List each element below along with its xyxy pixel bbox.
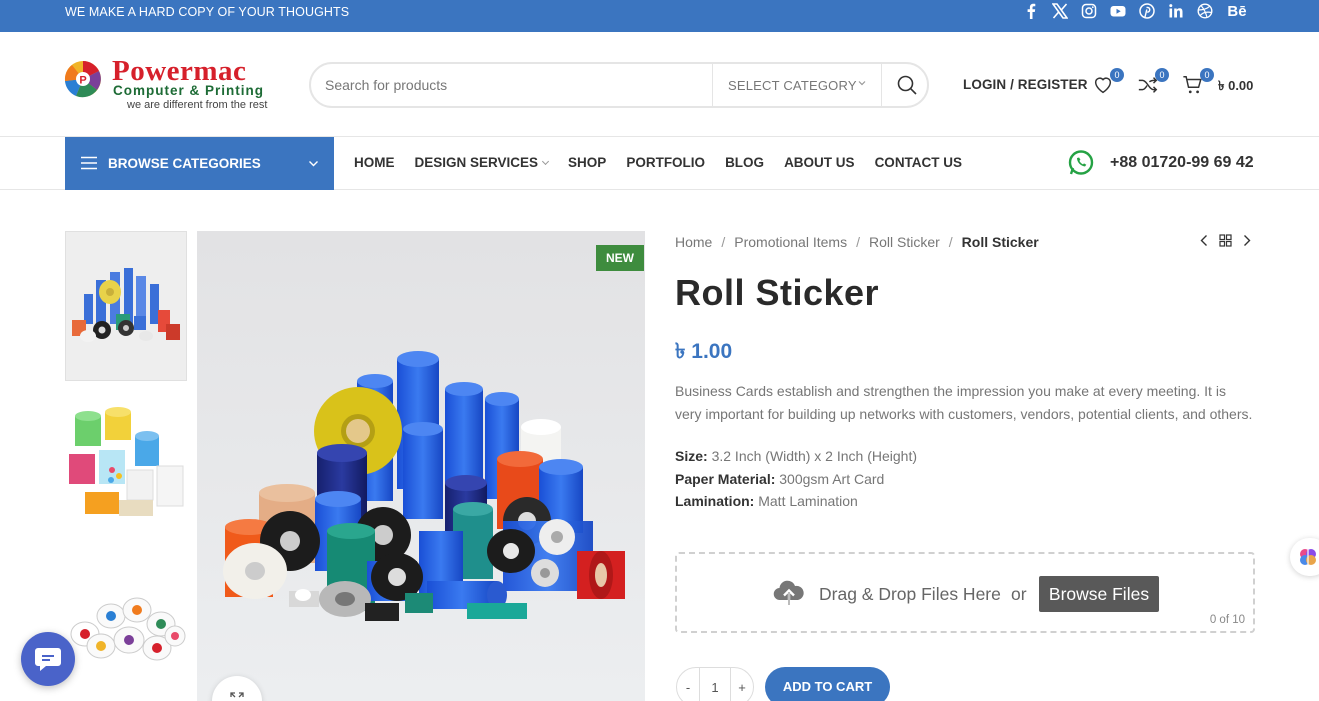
breadcrumb-item-promotional-items[interactable]: Promotional Items [734,234,847,250]
spec-value: 300gsm Art Card [775,470,885,487]
browse-categories-label: BROWSE CATEGORIES [108,156,261,171]
new-badge: NEW [596,245,644,271]
spec-paper-material: Paper Material: 300gsm Art Card [675,468,917,491]
compare-count-badge: 0 [1155,68,1169,82]
youtube-icon[interactable] [1110,3,1126,19]
side-widget-button[interactable] [1290,538,1319,576]
logo-motto: we are different from the rest [127,99,268,111]
product-price: ৳ 1.00 [675,340,733,363]
spec-size: Size: 3.2 Inch (Width) x 2 Inch (Height) [675,445,917,468]
facebook-icon[interactable] [1023,3,1039,19]
product-thumbnail-1[interactable] [65,231,187,381]
pinterest-icon[interactable] [1139,3,1155,19]
login-register-link[interactable]: LOGIN / REGISTER [963,77,1088,92]
main-menu: HOME DESIGN SERVICES SHOP PORTFOLIO BLOG… [354,155,962,170]
nav-item-design-services[interactable]: DESIGN SERVICES [415,155,549,170]
search-input[interactable] [325,74,705,96]
nav-item-shop[interactable]: SHOP [568,155,606,170]
phone-number: +88 01720-99 69 42 [1110,154,1254,171]
cart-total[interactable]: ৳ 0.00 [1218,77,1253,98]
behance-icon[interactable]: Bē [1226,3,1248,20]
category-select-label: SELECT CATEGORY [728,78,857,93]
phone-contact[interactable]: +88 01720-99 69 42 [1067,149,1267,179]
product-main-image[interactable] [197,231,645,701]
cart-button[interactable]: 0 [1182,68,1214,98]
dribbble-icon[interactable] [1197,3,1213,19]
spec-lamination: Lamination: Matt Lamination [675,490,917,513]
thumbnail-image-label-rolls [69,407,184,516]
svg-text:P: P [79,75,86,87]
product-title: Roll Sticker [675,272,880,313]
chevron-down-icon [309,161,318,167]
hamburger-icon [81,156,97,170]
expand-icon [230,692,244,701]
product-photo-rolls [197,231,645,701]
breadcrumb: Home / Promotional Items / Roll Sticker / Roll… [675,234,1039,250]
product-specs: Size: 3.2 Inch (Width) x 2 Inch (Height)… [675,445,917,513]
browse-categories-button[interactable]: BROWSE CATEGORIES [65,137,334,190]
site-logo[interactable]: P Powermac Computer & Printing we are di… [64,56,290,116]
breadcrumb-separator: / [721,234,726,250]
breadcrumb-current: Roll Sticker [961,234,1039,250]
file-count: 0 of 10 [1209,614,1245,626]
brain-icon [1300,549,1316,565]
spec-value: Matt Lamination [754,493,858,509]
product-thumbnail-3[interactable] [65,560,187,701]
or-text: or [1011,584,1027,604]
logo-brand-text: Powermac [112,55,247,87]
quantity-input[interactable]: 1 [700,668,730,701]
quantity-stepper: - 1 + [676,667,754,701]
search-bar: SELECT CATEGORY [309,62,929,108]
wishlist-button[interactable]: 0 [1092,68,1124,98]
logo-subtitle: Computer & Printing [113,83,264,98]
nav-item-home[interactable]: HOME [354,155,395,170]
whatsapp-icon [1068,150,1094,175]
breadcrumb-separator: / [948,234,953,250]
product-navigation [1198,234,1253,247]
main-nav-row: BROWSE CATEGORIES HOME DESIGN SERVICES S… [0,137,1319,190]
drag-drop-text: Drag & Drop Files Here [819,584,1001,604]
search-icon[interactable] [895,73,919,97]
breadcrumb-item-roll-sticker-category[interactable]: Roll Sticker [869,234,940,250]
file-upload-dropzone[interactable]: Drag & Drop Files Here or Browse Files 0… [675,552,1255,633]
instagram-icon[interactable] [1081,3,1097,19]
linkedin-icon[interactable] [1168,3,1184,19]
breadcrumb-separator: / [856,234,860,250]
chat-widget-button[interactable] [21,632,75,686]
wishlist-count-badge: 0 [1110,68,1124,82]
chat-bubble-icon [35,648,61,671]
quantity-increase-button[interactable]: + [730,668,753,701]
social-links: Bē [1023,2,1248,20]
browse-files-button[interactable]: Browse Files [1039,576,1159,612]
spec-label: Lamination: [675,493,755,509]
product-description: Business Cards establish and strengthen … [675,383,1253,422]
nav-item-portfolio[interactable]: PORTFOLIO [626,155,705,170]
spec-label: Paper Material: [675,470,776,487]
chevron-left-icon[interactable] [1198,234,1211,247]
product-thumbnail-2[interactable] [65,396,187,546]
quantity-decrease-button[interactable]: - [677,668,700,701]
category-select[interactable]: SELECT CATEGORY [712,64,882,106]
site-header: P Powermac Computer & Printing we are di… [0,32,1319,137]
nav-item-about-us[interactable]: ABOUT US [784,155,855,170]
thumbnail-image-rolls [72,268,180,342]
thumbnail-image-printed-stickers [70,597,186,661]
spec-value: 3.2 Inch (Width) x 2 Inch (Height) [707,448,917,464]
tagline: WE MAKE A HARD COPY OF YOUR THOUGHTS [65,5,350,19]
chevron-right-icon[interactable] [1240,234,1253,247]
cloud-upload-icon [773,580,804,605]
breadcrumb-item-home[interactable]: Home [675,234,712,250]
cart-count-badge: 0 [1200,68,1214,82]
spec-label: Size: [675,448,708,464]
compare-button[interactable]: 0 [1137,68,1169,98]
x-icon[interactable] [1052,3,1068,19]
logo-mark-icon: P [64,61,101,98]
nav-item-contact-us[interactable]: CONTACT US [875,155,963,170]
grid-icon[interactable] [1219,234,1232,247]
chevron-down-icon [858,81,866,86]
add-to-cart-button[interactable]: ADD TO CART [765,667,890,701]
nav-item-blog[interactable]: BLOG [725,155,764,170]
top-bar: WE MAKE A HARD COPY OF YOUR THOUGHTS Bē [0,0,1319,32]
